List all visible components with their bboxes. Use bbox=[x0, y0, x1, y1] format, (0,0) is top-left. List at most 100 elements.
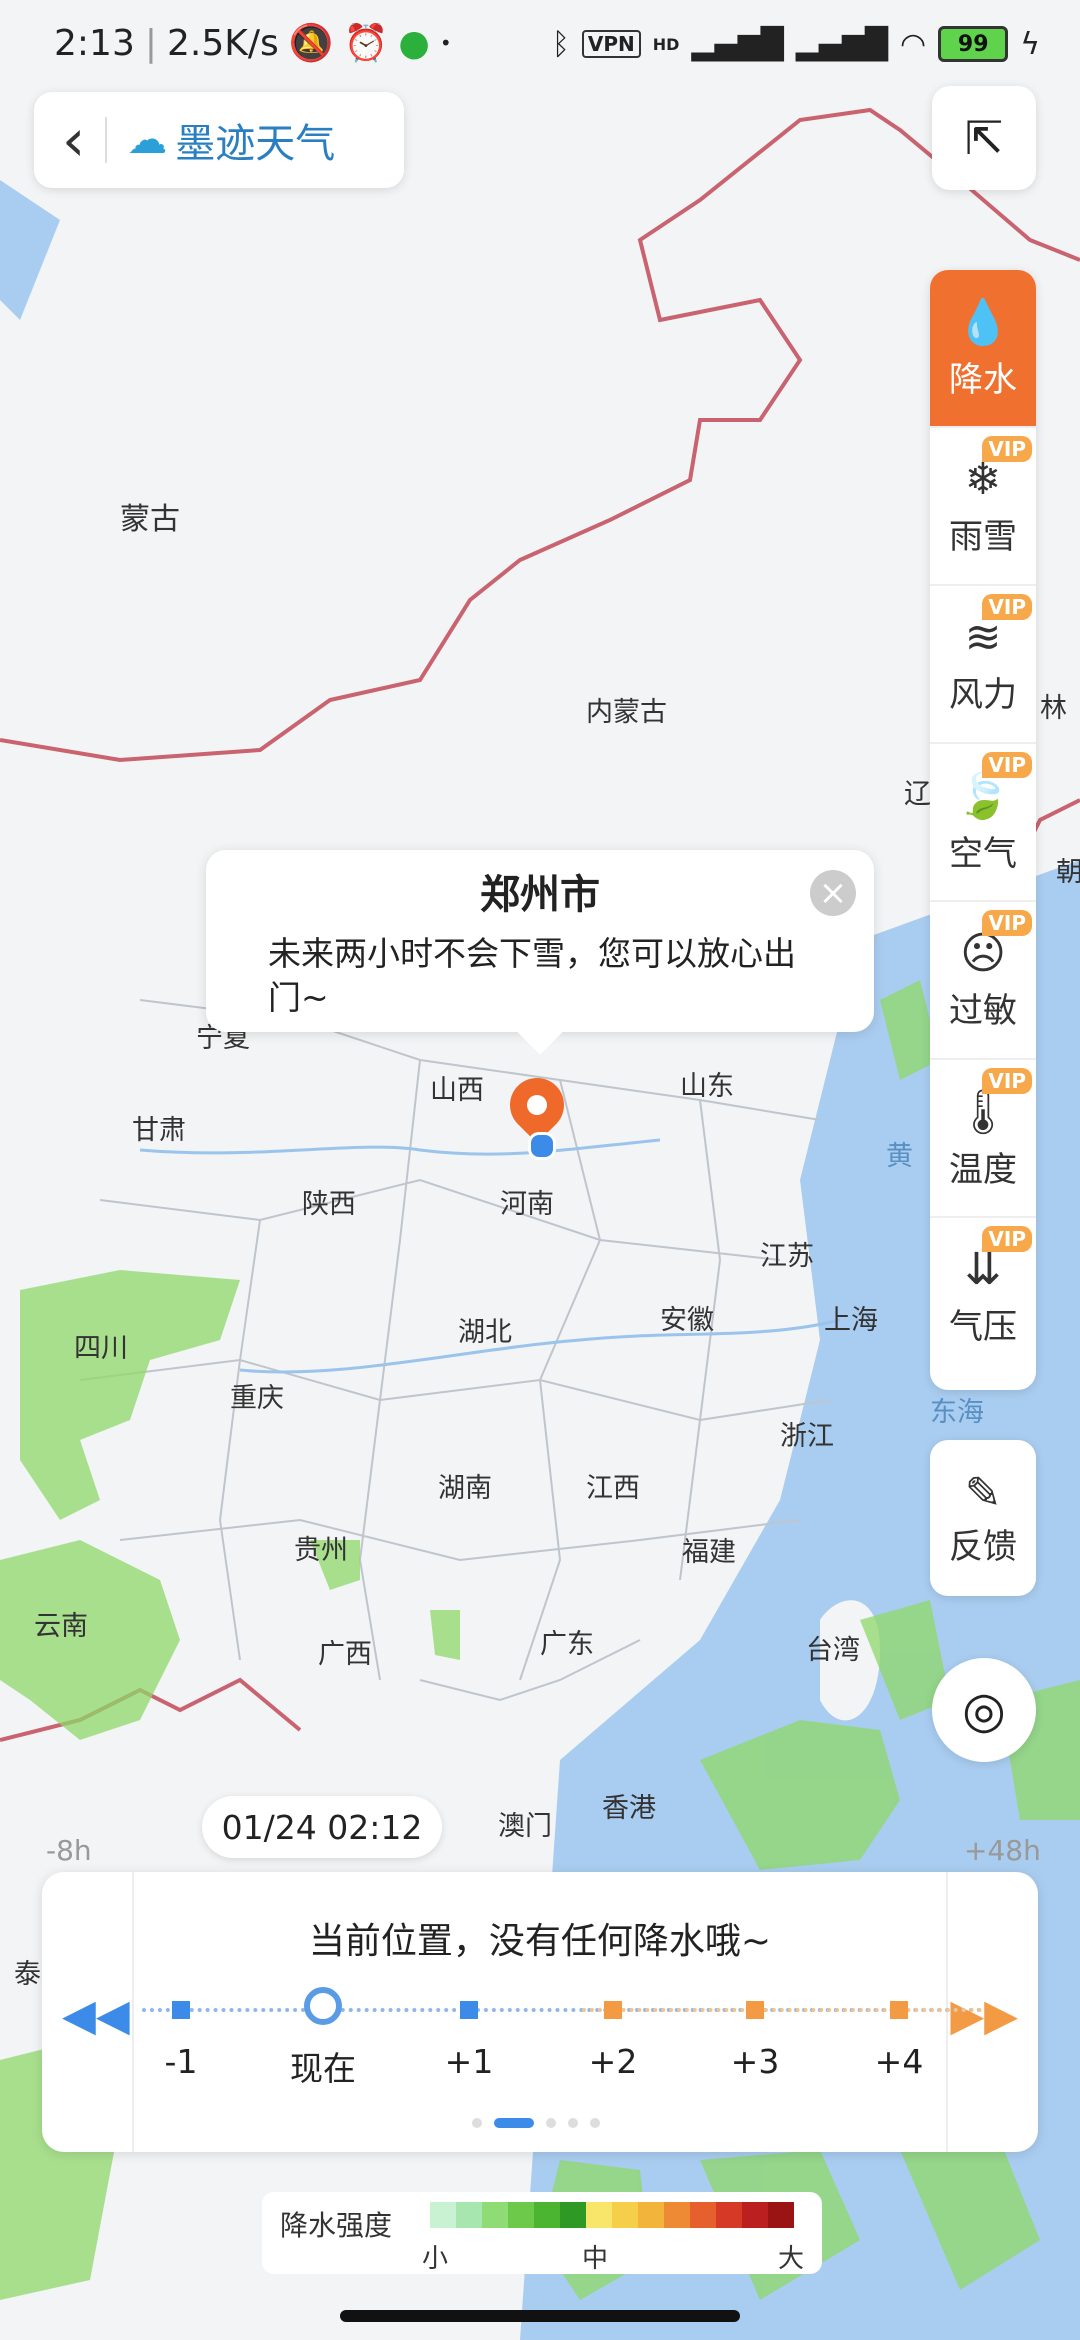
alarm-icon: ⏰ bbox=[343, 23, 389, 64]
close-icon[interactable]: × bbox=[810, 870, 856, 916]
hd-label: HD bbox=[652, 34, 680, 54]
timeline-track-future bbox=[582, 2008, 982, 2016]
timeline-marker[interactable] bbox=[890, 2001, 908, 2019]
clock: 2:13 bbox=[54, 22, 135, 64]
map-label: 湖南 bbox=[438, 1473, 492, 1504]
layer-label: 雨雪 bbox=[949, 517, 1017, 557]
vip-badge: VIP bbox=[982, 1068, 1032, 1094]
timeline-tick: -1 bbox=[164, 2042, 198, 2081]
river-yellow bbox=[139, 1138, 661, 1156]
map-label: 辽 bbox=[904, 779, 931, 810]
layer-temperature[interactable]: VIP 🌡 温度 bbox=[930, 1060, 1036, 1218]
map-label: 内蒙古 bbox=[586, 697, 667, 728]
map-label: 陕西 bbox=[302, 1189, 356, 1220]
map-label: 广西 bbox=[318, 1639, 372, 1670]
layer-label: 温度 bbox=[949, 1149, 1017, 1190]
location-popup: 郑州市 未来两小时不会下雪，您可以放心出门~ × bbox=[206, 850, 874, 1055]
map-label: 山东 bbox=[680, 1071, 734, 1102]
timeline-marker[interactable] bbox=[604, 2001, 622, 2019]
timeline-start: -8h bbox=[46, 1834, 92, 1867]
layer-label: 空气 bbox=[949, 833, 1017, 874]
map-label: 贵州 bbox=[294, 1535, 348, 1566]
popup-message: 未来两小时不会下雪，您可以放心出门~ bbox=[268, 934, 796, 1017]
mute-icon: 🔕 bbox=[288, 23, 334, 64]
map-label: 澳门 bbox=[498, 1811, 552, 1842]
map-label: 香港 bbox=[602, 1793, 656, 1824]
vip-badge: VIP bbox=[982, 910, 1032, 936]
rewind-icon[interactable]: ◀◀ bbox=[62, 1990, 130, 2041]
layer-air[interactable]: VIP 🍃 空气 bbox=[930, 744, 1036, 902]
layer-pressure[interactable]: VIP ⇊ 气压 bbox=[930, 1218, 1036, 1374]
wechat-icon: ● bbox=[398, 22, 430, 64]
map-label: 台湾 bbox=[806, 1635, 860, 1666]
precip-legend: 降水强度 小 中 大 bbox=[262, 2192, 822, 2274]
status-bar: 2:13 | 2.5K/s 🔕 ⏰ ● • ᛒ VPN HD ▂▄▆█ ▂▄▆█… bbox=[0, 0, 1080, 90]
map-label: 河南 bbox=[500, 1189, 554, 1220]
page-dot bbox=[546, 2118, 556, 2128]
legend-high: 大 bbox=[778, 2244, 805, 2274]
time-badge: 01/24 02:12 bbox=[202, 1796, 442, 1858]
crosshair-icon: ◎ bbox=[962, 1681, 1006, 1739]
page-dot bbox=[568, 2118, 578, 2128]
border-north bbox=[0, 107, 1080, 763]
signal-icon: ▂▄▆█ bbox=[691, 26, 784, 62]
page-dot bbox=[472, 2118, 482, 2128]
divider bbox=[132, 1872, 134, 2152]
layer-rain-snow[interactable]: VIP ❄ 雨雪 bbox=[930, 428, 1036, 586]
legend-color-bar bbox=[430, 2202, 794, 2228]
map-label: 林 bbox=[1040, 693, 1067, 724]
divider: | bbox=[144, 22, 157, 64]
page-dot-active bbox=[494, 2118, 534, 2128]
map-label: 山西 bbox=[430, 1075, 484, 1106]
battery-icon: 99 bbox=[938, 26, 1009, 62]
feedback-label: 反馈 bbox=[949, 1527, 1017, 1567]
timeline-marker[interactable] bbox=[746, 2001, 764, 2019]
map-label: 福建 bbox=[682, 1537, 736, 1568]
map-label: 东海 bbox=[930, 1397, 984, 1428]
feedback-button[interactable]: ✎ 反馈 bbox=[930, 1440, 1036, 1596]
timeline-end: +48h bbox=[964, 1834, 1041, 1867]
charging-icon: ϟ bbox=[1020, 26, 1040, 62]
map-label: 四川 bbox=[74, 1333, 128, 1364]
legend-low: 小 bbox=[422, 2244, 449, 2274]
map-label: 江西 bbox=[586, 1473, 640, 1504]
legend-title: 降水强度 bbox=[280, 2209, 393, 2242]
vip-badge: VIP bbox=[982, 436, 1032, 462]
layer-precipitation[interactable]: 💧 降水 bbox=[930, 270, 1036, 428]
river-yangtze bbox=[239, 1318, 841, 1374]
moji-logo-icon: ☁ bbox=[127, 117, 168, 163]
wifi-icon: ◠ bbox=[900, 26, 927, 62]
layer-allergy[interactable]: VIP ☹ 过敏 bbox=[930, 902, 1036, 1060]
signal-icon-2: ▂▄▆█ bbox=[795, 26, 889, 62]
timeline-tick: +4 bbox=[874, 2042, 924, 2081]
timeline-marker[interactable] bbox=[172, 2001, 190, 2019]
edit-icon: ✎ bbox=[964, 1468, 1002, 1519]
header-bar: ‹ ☁ 墨迹天气 bbox=[34, 92, 404, 188]
share-icon: ⇱ bbox=[964, 111, 1004, 165]
timeline-marker[interactable] bbox=[460, 2001, 478, 2019]
network-speed: 2.5K/s bbox=[166, 22, 279, 64]
layer-label: 过敏 bbox=[949, 991, 1017, 1031]
map-label: 广东 bbox=[540, 1629, 594, 1660]
map-label: 安徽 bbox=[660, 1305, 714, 1336]
raindrop-icon: 💧 bbox=[955, 296, 1011, 348]
locate-button[interactable]: ◎ bbox=[932, 1658, 1036, 1762]
bluetooth-icon: ᛒ bbox=[551, 26, 570, 62]
timeline-now-handle[interactable] bbox=[304, 1987, 342, 2025]
page-indicator bbox=[472, 2118, 600, 2128]
layer-label: 风力 bbox=[949, 675, 1017, 715]
more-dot-icon: • bbox=[439, 31, 452, 55]
map-label: 湖北 bbox=[458, 1317, 512, 1348]
layer-sidebar: 💧 降水 VIP ❄ 雨雪 VIP ≋ 风力 VIP 🍃 空气 VIP ☹ 过敏… bbox=[930, 270, 1036, 1390]
share-button[interactable]: ⇱ bbox=[932, 86, 1036, 190]
lake bbox=[0, 180, 60, 320]
layer-wind[interactable]: VIP ≋ 风力 bbox=[930, 586, 1036, 744]
back-button[interactable]: ‹ bbox=[62, 106, 85, 174]
map-label: 江苏 bbox=[760, 1241, 814, 1272]
vip-badge: VIP bbox=[982, 1226, 1032, 1252]
home-indicator[interactable] bbox=[340, 2310, 740, 2322]
popup-city: 郑州市 bbox=[480, 872, 600, 918]
current-location-dot bbox=[528, 1132, 556, 1160]
map-label: 泰 bbox=[14, 1959, 41, 1990]
timeline-tick: +3 bbox=[730, 2042, 780, 2081]
